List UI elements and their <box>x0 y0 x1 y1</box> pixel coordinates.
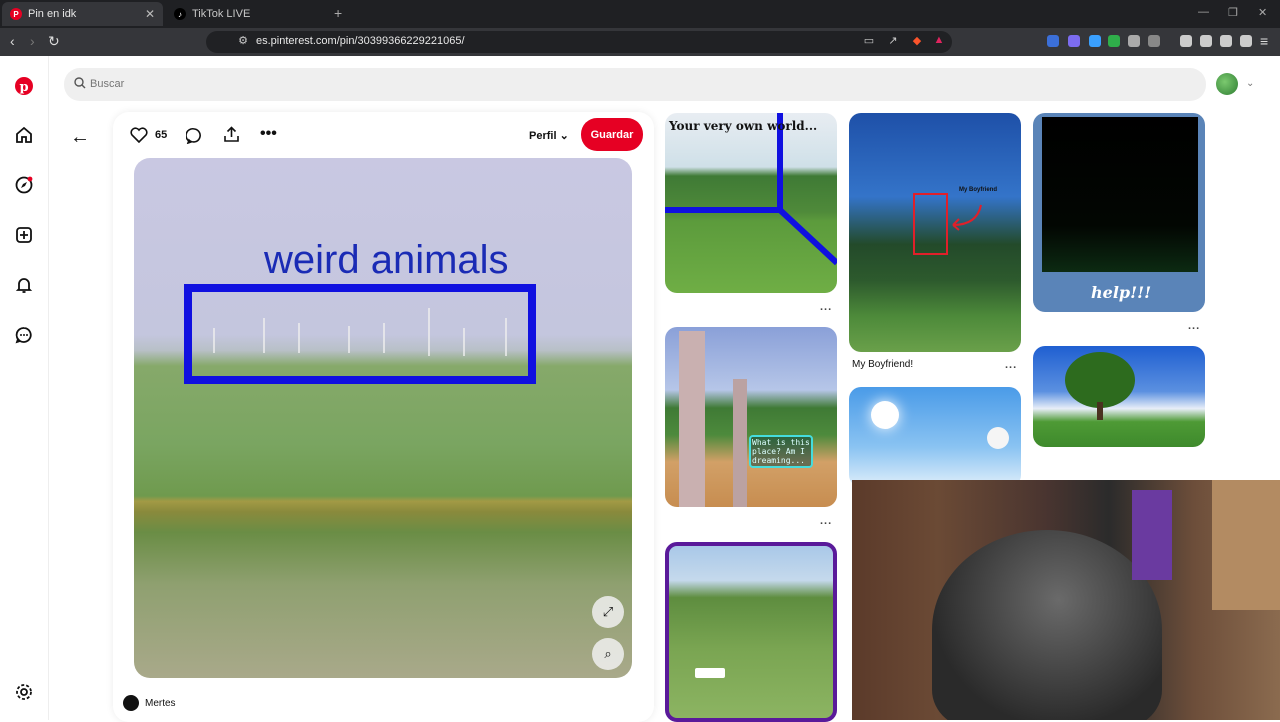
explore-icon[interactable] <box>14 175 34 195</box>
extension-icon[interactable] <box>1108 35 1120 47</box>
cast-icon[interactable]: ▭ <box>862 34 876 48</box>
save-button[interactable]: Guardar <box>581 118 643 151</box>
tab-label: Pin en idk <box>28 8 77 20</box>
home-icon[interactable] <box>14 125 34 145</box>
leo-icon[interactable] <box>1220 35 1232 47</box>
pin-image-text: weird animals <box>264 238 509 282</box>
more-options-icon[interactable]: ... <box>820 515 832 527</box>
grid-pin[interactable]: Your very own world... <box>665 113 837 293</box>
pillar-graphic <box>733 379 747 507</box>
menu-icon[interactable]: ≡ <box>1260 33 1268 49</box>
rewards-icon[interactable]: ▲ <box>932 34 946 48</box>
pin-overlay-text: What is this place? Am I dreaming... <box>749 435 813 468</box>
grid-pin[interactable]: My Boyfriend <box>849 113 1021 352</box>
reload-icon[interactable]: ↻ <box>48 33 60 50</box>
blue-frame-graphic <box>665 113 837 266</box>
expand-icon[interactable]: ⤢ <box>592 596 624 628</box>
close-window-icon[interactable]: ✕ <box>1258 6 1267 19</box>
truck-graphic <box>695 668 725 678</box>
grid-pin[interactable] <box>665 542 837 722</box>
dark-image-graphic <box>1042 117 1198 272</box>
translate-extension-icon[interactable] <box>1047 35 1059 47</box>
tree-graphic <box>1065 352 1135 408</box>
grid-pin[interactable] <box>1033 346 1205 447</box>
visual-search-icon[interactable]: ⌕ <box>592 638 624 670</box>
grid-pin[interactable]: help!!! <box>1033 113 1205 312</box>
more-options-icon[interactable]: ••• <box>260 125 277 143</box>
sun-graphic <box>871 401 899 429</box>
messages-icon[interactable] <box>14 325 34 345</box>
hanging-clothes-graphic <box>1132 490 1172 580</box>
pinterest-sidebar: p <box>0 56 49 720</box>
grid-pin[interactable] <box>849 387 1021 487</box>
new-tab-icon[interactable]: + <box>334 5 342 21</box>
settings-icon[interactable] <box>14 682 34 702</box>
pin-image[interactable] <box>134 158 632 678</box>
browser-tab-bar: P Pin en idk ✕ ♪ TikTok LIVE + — ❐ ✕ <box>0 0 1280 28</box>
search-bar[interactable] <box>64 68 1206 101</box>
pinterest-favicon-icon: P <box>10 8 22 20</box>
moon-graphic <box>987 427 1009 449</box>
tab-pin[interactable]: P Pin en idk ✕ <box>2 2 163 26</box>
like-count: 65 <box>155 129 168 141</box>
author-name[interactable]: Mertes <box>145 698 176 709</box>
back-button[interactable]: ← <box>70 126 90 149</box>
browser-toolbar: ‹ › ↻ 🔖︎ ⚙ es.pinterest.com/pin/30399366… <box>0 28 1280 56</box>
comment-icon[interactable] <box>186 127 203 144</box>
tiktok-favicon-icon: ♪ <box>174 8 186 20</box>
chevron-down-icon[interactable]: ⌄ <box>1246 78 1254 89</box>
extensions-icon[interactable] <box>1128 35 1140 47</box>
shelf-graphic <box>1212 480 1280 610</box>
avatar[interactable] <box>1216 73 1238 95</box>
tree-trunk-graphic <box>1097 402 1103 420</box>
tab-tiktok[interactable]: ♪ TikTok LIVE <box>166 2 326 26</box>
vpn-icon[interactable] <box>1240 35 1252 47</box>
more-options-icon[interactable]: ... <box>820 301 832 313</box>
restore-icon[interactable]: ❐ <box>1228 6 1238 19</box>
pin-overlay-text: Your very own world... <box>669 119 818 133</box>
search-input[interactable] <box>90 74 690 94</box>
search-icon <box>74 77 86 89</box>
brave-shields-icon[interactable]: ◆ <box>910 34 924 48</box>
pin-overlay-text: help!!! <box>1091 283 1152 302</box>
heart-icon[interactable] <box>130 127 148 143</box>
share-icon[interactable]: ↗ <box>886 34 900 48</box>
extension-icon[interactable] <box>1148 35 1160 47</box>
more-options-icon[interactable]: ... <box>1188 320 1200 332</box>
forward-nav-icon[interactable]: › <box>30 33 35 49</box>
webcam-overlay <box>852 480 1280 720</box>
pinterest-logo-icon[interactable]: p <box>14 76 34 96</box>
pin-title[interactable]: My Boyfriend! <box>852 359 913 370</box>
notifications-icon[interactable] <box>14 275 34 295</box>
create-icon[interactable] <box>14 225 34 245</box>
pillar-graphic <box>679 331 705 507</box>
svg-text:p: p <box>19 80 28 95</box>
extension-icon[interactable] <box>1089 35 1101 47</box>
minimize-icon[interactable]: — <box>1198 6 1209 18</box>
more-options-icon[interactable]: ... <box>1005 359 1017 371</box>
grid-pin[interactable]: What is this place? Am I dreaming... <box>665 327 837 507</box>
tab-label: TikTok LIVE <box>192 8 251 20</box>
share-icon[interactable] <box>223 126 240 143</box>
profile-label: Perfil <box>529 130 557 142</box>
site-info-icon[interactable]: ⚙ <box>236 34 250 48</box>
sidebar-toggle-icon[interactable] <box>1180 35 1192 47</box>
address-bar[interactable]: ⚙ es.pinterest.com/pin/30399366229221065… <box>206 31 952 53</box>
profile-dropdown[interactable]: Perfil ⌄ <box>529 129 569 142</box>
url-text: es.pinterest.com/pin/30399366229221065/ <box>256 35 465 47</box>
author-avatar[interactable] <box>123 695 139 711</box>
extension-icon[interactable] <box>1068 35 1080 47</box>
back-nav-icon[interactable]: ‹ <box>10 33 15 49</box>
arrow-graphic <box>952 204 982 231</box>
wallet-icon[interactable] <box>1200 35 1212 47</box>
highlight-box <box>184 284 536 384</box>
wind-turbines-graphic <box>213 308 507 356</box>
hooded-person-graphic <box>932 530 1162 720</box>
close-tab-icon[interactable]: ✕ <box>145 7 155 21</box>
